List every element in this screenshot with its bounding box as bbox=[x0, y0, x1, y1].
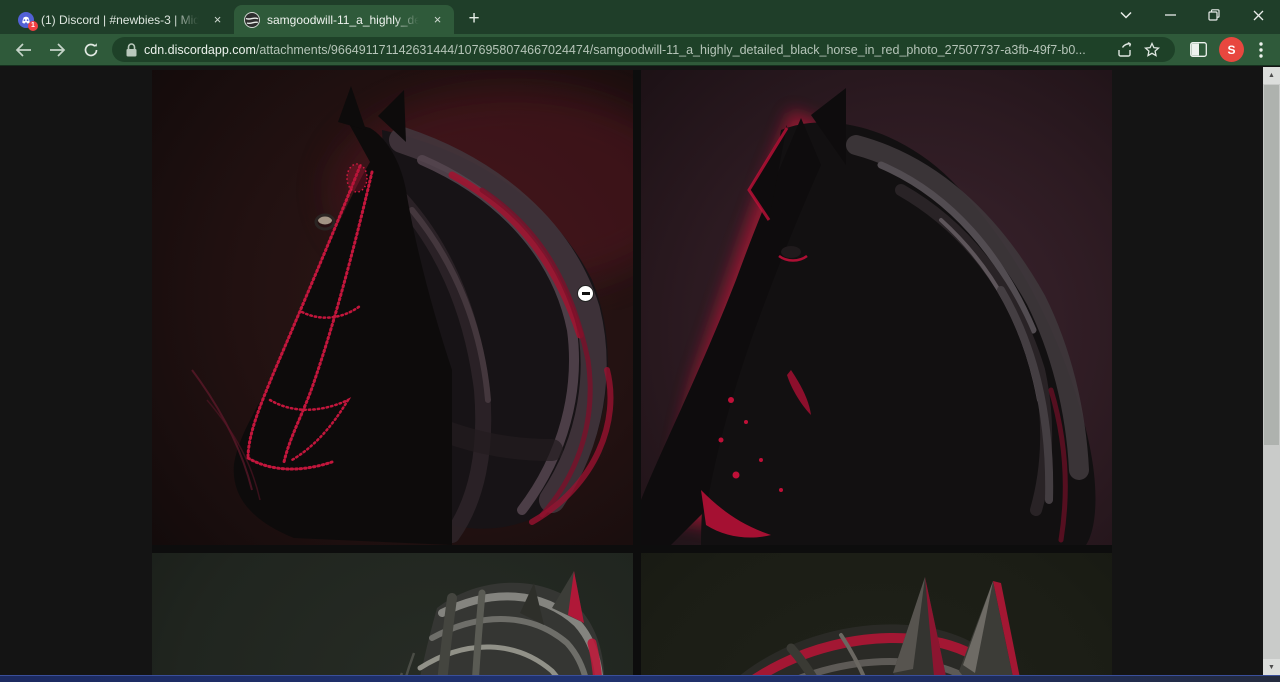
url-text: cdn.discordapp.com/attachments/966491171… bbox=[144, 43, 1113, 57]
forward-icon[interactable] bbox=[40, 36, 74, 64]
restore-button[interactable] bbox=[1192, 0, 1236, 30]
horse-image-bottom-right bbox=[641, 553, 1112, 682]
url-domain: cdn.discordapp.com bbox=[144, 43, 256, 57]
browser-window: 1 (1) Discord | #newbies-3 | Midjou × sa… bbox=[0, 0, 1280, 682]
back-icon[interactable] bbox=[6, 36, 40, 64]
address-bar[interactable]: cdn.discordapp.com/attachments/966491171… bbox=[112, 37, 1175, 62]
share-icon[interactable] bbox=[1113, 38, 1139, 62]
url-path: /attachments/966491171142631444/10769580… bbox=[256, 43, 1086, 57]
taskbar-edge bbox=[0, 675, 1280, 682]
minimize-button[interactable] bbox=[1148, 0, 1192, 30]
browser-toolbar: cdn.discordapp.com/attachments/966491171… bbox=[0, 34, 1280, 66]
horse-image-bottom-left bbox=[152, 553, 633, 682]
reload-icon[interactable] bbox=[74, 36, 108, 64]
tab-close-icon[interactable]: × bbox=[429, 11, 446, 28]
globe-favicon-icon bbox=[244, 12, 260, 28]
close-window-button[interactable] bbox=[1236, 0, 1280, 30]
tab-strip: 1 (1) Discord | #newbies-3 | Midjou × sa… bbox=[0, 0, 1280, 34]
menu-dots-icon[interactable] bbox=[1248, 36, 1274, 64]
zoom-out-cursor-icon bbox=[577, 285, 594, 302]
vertical-scrollbar[interactable]: ▲ ▼ bbox=[1263, 67, 1280, 676]
horse-image-top-right bbox=[641, 70, 1112, 545]
notification-badge: 1 bbox=[28, 21, 38, 31]
window-controls bbox=[1104, 0, 1280, 30]
page-content: ▲ ▼ bbox=[0, 67, 1280, 682]
horse-image-grid[interactable] bbox=[152, 70, 1112, 682]
scroll-up-arrow-icon[interactable]: ▲ bbox=[1263, 67, 1280, 84]
toolbar-right-controls: S bbox=[1181, 36, 1274, 64]
horse-image-top-left bbox=[152, 70, 633, 545]
scroll-down-arrow-icon[interactable]: ▼ bbox=[1263, 659, 1280, 676]
lock-icon bbox=[118, 38, 144, 62]
tab-image-active[interactable]: samgoodwill-11_a_highly_detaile × bbox=[234, 5, 454, 34]
tab-search-chevron-icon[interactable] bbox=[1104, 0, 1148, 30]
profile-avatar[interactable]: S bbox=[1219, 37, 1244, 62]
tab-title: samgoodwill-11_a_highly_detaile bbox=[267, 13, 422, 27]
side-panel-icon[interactable] bbox=[1181, 36, 1215, 64]
new-tab-button[interactable]: + bbox=[460, 5, 488, 33]
tab-close-icon[interactable]: × bbox=[209, 11, 226, 28]
tab-discord[interactable]: 1 (1) Discord | #newbies-3 | Midjou × bbox=[8, 5, 234, 34]
tab-title: (1) Discord | #newbies-3 | Midjou bbox=[41, 13, 202, 27]
discord-favicon-icon: 1 bbox=[18, 12, 34, 28]
bookmark-star-icon[interactable] bbox=[1139, 38, 1165, 62]
scrollbar-thumb[interactable] bbox=[1264, 85, 1279, 445]
